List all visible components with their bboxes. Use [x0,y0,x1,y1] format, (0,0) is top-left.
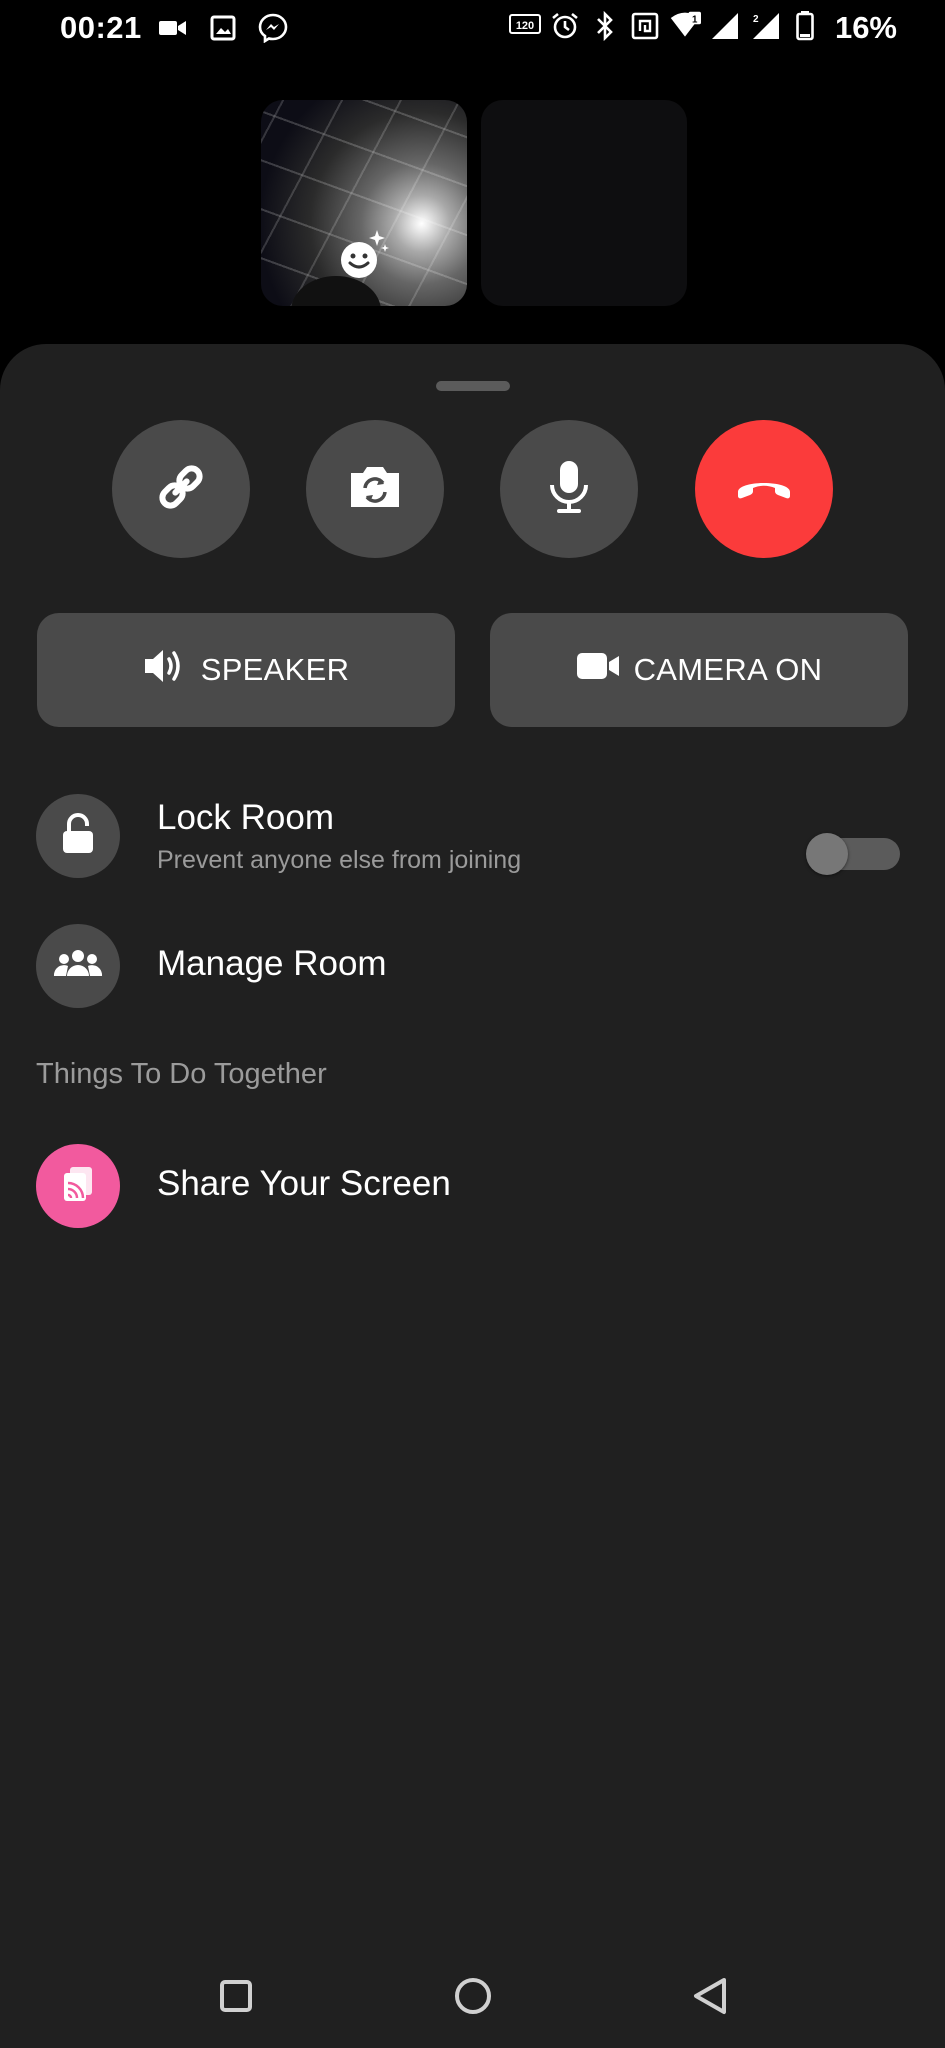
remote-video-tile[interactable] [481,100,687,306]
square-icon [219,1979,253,2018]
lock-open-icon [60,812,96,860]
refresh-rate-120hz-icon: 120 [509,10,541,42]
section-header: Things To Do Together [36,1058,327,1090]
svg-text:2: 2 [753,14,759,25]
signal-sim1-icon [709,10,741,42]
lock-room-toggle[interactable] [806,833,900,875]
share-screen-row[interactable]: Share Your Screen [0,1144,945,1228]
camera-label: CAMERA ON [633,652,823,687]
circle-icon [453,1976,493,2021]
system-navigation-bar [0,1948,945,2048]
manage-room-title: Manage Room [157,944,387,983]
alarm-icon [549,10,581,42]
face-effects-icon[interactable] [337,228,391,287]
video-camera-icon [157,12,189,44]
flip-camera-button[interactable] [306,420,444,558]
back-button[interactable] [686,1974,734,2022]
link-icon [154,460,208,519]
microphone-icon [547,459,591,520]
copy-link-button[interactable] [112,420,250,558]
speaker-button[interactable]: SPEAKER [37,613,455,727]
lock-room-title: Lock Room [157,798,335,837]
bluetooth-icon [589,10,621,42]
self-video-tile[interactable] [261,100,467,306]
nfc-icon [629,10,661,42]
drag-handle[interactable] [436,381,510,391]
lock-room-row[interactable]: Lock Room Prevent anyone else from joini… [0,794,945,914]
manage-room-row[interactable]: Manage Room [0,924,945,1008]
share-screen-icon-container [36,1144,120,1228]
battery-icon [789,10,821,42]
speaker-icon [143,646,187,694]
lock-room-icon-container [36,794,120,878]
toggle-knob [806,833,848,875]
svg-text:120: 120 [516,20,534,32]
signal-sim2-icon: 2 [749,10,781,42]
camera-toggle-button[interactable]: CAMERA ON [490,613,908,727]
screen-share-icon [58,1164,98,1209]
image-icon [207,12,239,44]
wifi-icon: 1 [669,10,701,42]
messenger-icon [257,12,289,44]
people-group-icon [53,948,103,985]
speaker-label: SPEAKER [200,652,350,687]
end-call-button[interactable] [695,420,833,558]
recents-button[interactable] [212,1974,260,2022]
manage-room-icon-container [36,924,120,1008]
call-controls-sheet: SPEAKER CAMERA ON Lock Room Prevent anyo… [0,344,945,2048]
battery-percent: 16% [834,10,897,45]
triangle-back-icon [692,1977,728,2020]
status-bar: 00:21 120 1 2 16% [0,0,945,58]
hang-up-icon [734,472,794,507]
svg-text:1: 1 [692,14,698,25]
lock-room-subtitle: Prevent anyone else from joining [157,846,522,874]
flip-camera-icon [347,463,403,516]
video-camera-icon [576,651,620,689]
share-screen-title: Share Your Screen [157,1164,451,1203]
microphone-button[interactable] [500,420,638,558]
status-time: 00:21 [60,10,142,45]
home-button[interactable] [449,1974,497,2022]
